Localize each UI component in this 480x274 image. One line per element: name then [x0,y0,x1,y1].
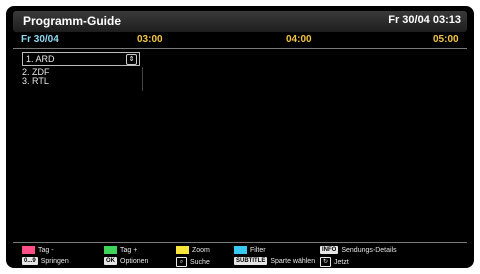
legend-info[interactable]: INFO Sendungs-Details [320,246,397,255]
search-icon: ⌕ [176,257,187,267]
red-button-icon [22,246,35,255]
timeline: Fr 30/04 03:00 04:00 05:00 [13,34,467,46]
legend-numbers[interactable]: 0...9 Springen [22,257,69,266]
refresh-icon: ↻ [320,257,331,267]
legend-row: 0...9 Springen OK Optionen ⌕ Suche SUBTITLE… [22,257,462,267]
channel-list: 1. ARD ⇕ 2. ZDF 3. RTL [22,52,142,86]
legend-now[interactable]: ↻ Jetzt [320,257,349,267]
legend-green[interactable]: Tag + [104,246,137,255]
legend-search[interactable]: ⌕ Suche [176,257,210,267]
legend-label: Tag - [38,247,54,254]
legend-label: Zoom [192,247,210,254]
legend-label: Springen [40,258,69,265]
updown-arrow-icon[interactable]: ⇕ [126,54,137,65]
legend-label: Jetzt [334,258,349,266]
header-bar: Programm-Guide Fr 30/04 03:13 [13,11,467,32]
timeline-time: 03:00 [137,34,163,45]
subtitle-key-icon: SUBTITLE [234,257,268,266]
green-button-icon [104,246,117,255]
legend-row: Tag - Tag + Zoom Filter INFO Sendungs-Det… [22,246,462,255]
legend-blue[interactable]: Filter [234,246,266,255]
legend-label: Optionen [120,258,149,265]
legend-label: Tag + [120,247,138,254]
number-keys-icon: 0...9 [22,257,38,266]
current-datetime: Fr 30/04 03:13 [388,14,461,26]
channel-divider [142,67,143,91]
timeline-time: 05:00 [433,34,459,45]
yellow-button-icon [176,246,189,255]
channel-item[interactable]: 3. RTL [22,77,142,86]
divider [13,242,467,243]
blue-button-icon [234,246,247,255]
divider [13,48,467,49]
legend-red[interactable]: Tag - [22,246,54,255]
legend-ok[interactable]: OK Optionen [104,257,148,266]
legend-yellow[interactable]: Zoom [176,246,210,255]
info-key-icon: INFO [320,246,339,255]
page-title: Programm-Guide [23,14,122,28]
ok-key-icon: OK [104,257,117,266]
legend-subtitle[interactable]: SUBTITLE Sparte wählen [234,257,315,266]
channel-item-selected[interactable]: 1. ARD ⇕ [22,52,140,66]
timeline-date: Fr 30/04 [21,34,59,45]
legend-label: Suche [190,258,210,266]
legend-label: Sendungs-Details [341,247,397,254]
timeline-time: 04:00 [286,34,312,45]
legend-label: Filter [250,247,266,254]
legend-label: Sparte wählen [270,258,316,265]
channel-label: 1. ARD [26,54,55,64]
